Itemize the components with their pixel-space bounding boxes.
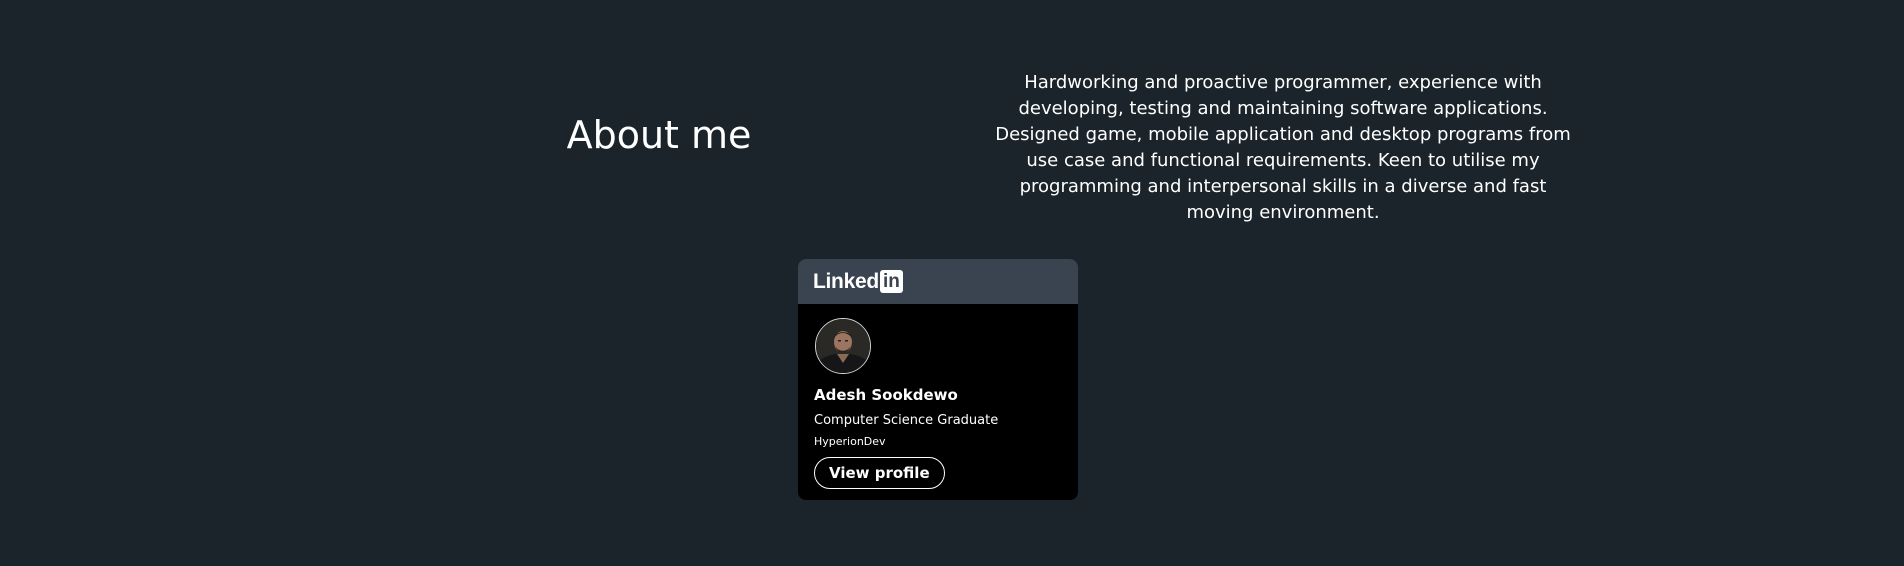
linkedin-badge-body: Adesh Sookdewo Computer Science Graduate… bbox=[798, 304, 1078, 489]
linkedin-logo-word: Linked bbox=[813, 269, 879, 293]
about-heading: About me bbox=[566, 113, 752, 157]
about-description: Hardworking and proactive programmer, ex… bbox=[995, 72, 1571, 223]
linkedin-logo-box: in bbox=[879, 270, 903, 293]
avatar[interactable] bbox=[815, 318, 871, 374]
view-profile-button[interactable]: View profile bbox=[814, 457, 945, 489]
profile-name[interactable]: Adesh Sookdewo bbox=[814, 385, 1078, 405]
profile-title: Computer Science Graduate bbox=[814, 413, 999, 428]
profile-company[interactable]: HyperionDev bbox=[814, 434, 1078, 449]
linkedin-logo[interactable]: Linked in bbox=[813, 270, 903, 294]
avatar-portrait-icon bbox=[816, 319, 870, 373]
linkedin-badge: Linked in Adesh Sookdewo Computer Scienc… bbox=[798, 259, 1078, 500]
linkedin-badge-header: Linked in bbox=[798, 259, 1078, 304]
